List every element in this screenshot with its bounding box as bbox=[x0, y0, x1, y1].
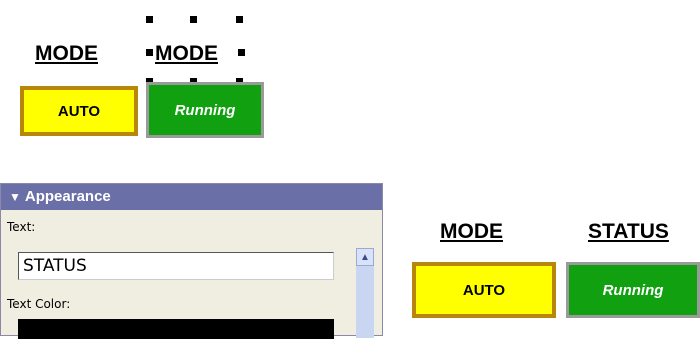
mode-label-bottom: MODE bbox=[440, 220, 503, 243]
auto-button-bottom[interactable]: AUTO bbox=[412, 262, 556, 318]
appearance-header-label: Appearance bbox=[24, 188, 111, 205]
text-color-label: Text Color: bbox=[7, 297, 71, 311]
mode-label-left: MODE bbox=[35, 42, 98, 65]
selection-handle[interactable] bbox=[146, 16, 153, 23]
text-color-swatch[interactable] bbox=[18, 319, 334, 339]
triangle-down-icon: ▼ bbox=[9, 190, 21, 204]
selection-handle[interactable] bbox=[238, 49, 245, 56]
text-field-label: Text: bbox=[7, 220, 36, 234]
text-input[interactable]: STATUS bbox=[18, 252, 334, 280]
selection-handle[interactable] bbox=[236, 16, 243, 23]
mode-label-selected: MODE bbox=[155, 42, 218, 65]
running-indicator: Running bbox=[146, 82, 264, 138]
appearance-panel-header[interactable]: ▼ Appearance bbox=[1, 184, 382, 210]
chevron-up-icon[interactable]: ▲ bbox=[356, 248, 374, 266]
selected-mode-label[interactable]: MODE bbox=[146, 16, 250, 86]
auto-button[interactable]: AUTO bbox=[20, 86, 138, 136]
selection-handle[interactable] bbox=[190, 16, 197, 23]
selection-handle[interactable] bbox=[146, 49, 153, 56]
running-indicator-bottom: Running bbox=[566, 262, 700, 318]
status-label: STATUS bbox=[588, 220, 669, 243]
